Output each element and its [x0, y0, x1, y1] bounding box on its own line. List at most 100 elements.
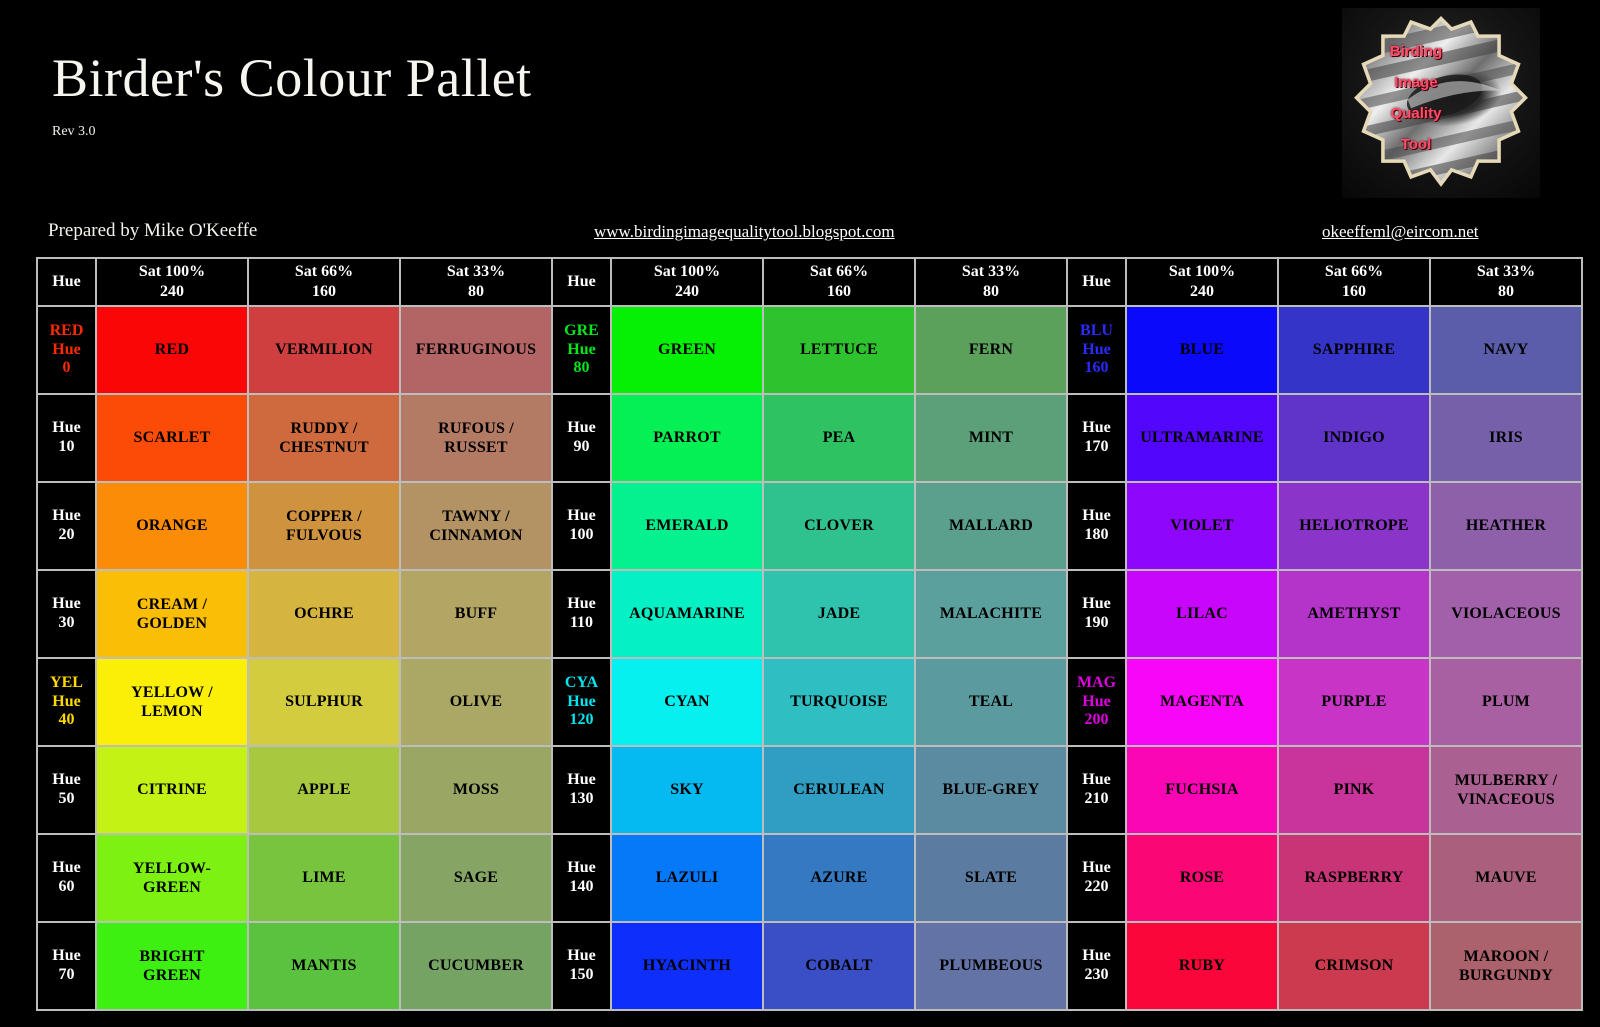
hue-word-label: Hue [567, 419, 596, 437]
hue-value-label: 210 [1084, 790, 1109, 807]
colour-swatch-iris: IRIS [1431, 395, 1581, 481]
colour-name-line: BLUE [1179, 341, 1225, 359]
colour-name-line: NAVY [1483, 341, 1529, 359]
hue-label-cell-60: Hue 60 [38, 835, 95, 921]
colour-name-line: HELIOTROPE [1299, 517, 1409, 535]
hue-word-label: Hue [52, 419, 81, 437]
header-sat-0-2: Sat 33% 80 [401, 259, 551, 305]
sat-value-label: 240 [675, 283, 699, 300]
colour-swatch-crimson: CRIMSON [1279, 923, 1429, 1009]
hue-label-cell-130: Hue 130 [553, 747, 610, 833]
hue-value-label: 0 [62, 359, 71, 377]
hue-label-cell-10: Hue 10 [38, 395, 95, 481]
hue-primary-name: YEL [50, 673, 83, 691]
hue-label-cell-20: Hue 20 [38, 483, 95, 569]
colour-swatch-lazuli: LAZULI [612, 835, 762, 921]
page-title: Birder's Colour Pallet [52, 48, 532, 108]
colour-swatch-cerulean: CERULEAN [764, 747, 914, 833]
table-row: Hue 10 SCARLET RUDDY / CHESTNUT RUFOUS / RUSSE… [38, 395, 1581, 481]
colour-swatch-cyan: CYAN [612, 659, 762, 745]
colour-swatch-cobalt: COBALT [764, 923, 914, 1009]
hue-value-label: 70 [58, 966, 75, 983]
hue-label-cell-110: Hue 110 [553, 571, 610, 657]
colour-name-line: LIME [302, 869, 346, 887]
colour-swatch-fuchsia: FUCHSIA [1127, 747, 1277, 833]
hue-value-label: 220 [1084, 878, 1109, 895]
colour-name-line: ORANGE [136, 517, 208, 535]
sat-percent-label: Sat 100% [1168, 263, 1236, 280]
table-row: Hue 20 ORANGE COPPER / FULVOUS TAWNY / CINNAMO… [38, 483, 1581, 569]
hue-label-cell-30: Hue 30 [38, 571, 95, 657]
colour-name-line: OLIVE [449, 693, 503, 711]
colour-swatch-azure: AZURE [764, 835, 914, 921]
colour-swatch-mint: MINT [916, 395, 1066, 481]
sat-percent-label: Sat 66% [294, 263, 354, 280]
colour-swatch-teal: TEAL [916, 659, 1066, 745]
table-body: RED Hue 0 RED VERMILION FERRUGINOUS GRE Hue 80 GR… [38, 307, 1581, 1009]
colour-swatch-sulphur: SULPHUR [249, 659, 399, 745]
colour-swatch-red: RED [97, 307, 247, 393]
colour-swatch-lilac: LILAC [1127, 571, 1277, 657]
colour-name-line: GOLDEN [136, 615, 208, 632]
colour-swatch-bright-green: BRIGHT GREEN [97, 923, 247, 1009]
hue-word-label: Hue [567, 692, 596, 710]
header-hue-2: Hue [1068, 259, 1125, 305]
hue-word-label: Hue [52, 692, 81, 710]
sat-percent-label: Sat 33% [961, 263, 1021, 280]
hue-value-label: 180 [1084, 526, 1109, 543]
hue-value-label: 100 [569, 526, 594, 543]
sat-value-label: 80 [468, 283, 484, 300]
colour-name-line: BURGUNDY [1458, 967, 1554, 984]
hue-label-cell-190: Hue 190 [1068, 571, 1125, 657]
colour-swatch-navy: NAVY [1431, 307, 1581, 393]
table-row: Hue 70 BRIGHT GREEN MANTIS CUCUMBER Hue 150 HYAC… [38, 923, 1581, 1009]
colour-name-line: RED [154, 341, 190, 359]
page-header: Birder's Colour Pallet Rev 3.0 Prepared … [0, 0, 1600, 250]
colour-swatch-slate: SLATE [916, 835, 1066, 921]
hue-value-label: 40 [58, 711, 75, 729]
colour-swatch-heliotrope: HELIOTROPE [1279, 483, 1429, 569]
colour-swatch-moss: MOSS [401, 747, 551, 833]
colour-name-line: CINNAMON [429, 527, 523, 544]
colour-name-line: AQUAMARINE [629, 605, 745, 623]
hue-word-label: Hue [52, 771, 81, 789]
colour-name-line: COPPER / [286, 507, 362, 525]
colour-swatch-malachite: MALACHITE [916, 571, 1066, 657]
colour-swatch-heather: HEATHER [1431, 483, 1581, 569]
hue-value-label: 130 [569, 790, 594, 807]
colour-swatch-rufous-russet: RUFOUS / RUSSET [401, 395, 551, 481]
hue-primary-name: BLU [1080, 321, 1113, 339]
colour-name-line: YELLOW- [132, 859, 212, 877]
colour-name-line: MOSS [452, 781, 500, 799]
table-row: RED Hue 0 RED VERMILION FERRUGINOUS GRE Hue 80 GR… [38, 307, 1581, 393]
table-row: Hue 30 CREAM / GOLDEN OCHRE BUFF Hue 110 AQUAMAR… [38, 571, 1581, 657]
hue-word-label: Hue [567, 340, 596, 358]
hue-primary-name: GRE [564, 321, 599, 339]
sat-percent-label: Sat 66% [809, 263, 869, 280]
colour-name-line: MANTIS [291, 957, 357, 975]
gear-icon [1354, 16, 1528, 187]
sat-value-label: 160 [827, 283, 851, 300]
email-link[interactable]: okeeffeml@eircom.net [1322, 222, 1478, 242]
colour-name-line: MAROON / [1463, 947, 1549, 965]
hue-value-label: 60 [58, 878, 75, 895]
colour-swatch-hyacinth: HYACINTH [612, 923, 762, 1009]
hue-word-label: Hue [52, 947, 81, 965]
table-row: Hue 50 CITRINE APPLE MOSS Hue 130 SKY CERULEAN BL… [38, 747, 1581, 833]
hue-label-cell-120: CYA Hue 120 [553, 659, 610, 745]
sat-value-label: 160 [312, 283, 336, 300]
hue-value-label: 20 [58, 526, 75, 543]
colour-swatch-buff: BUFF [401, 571, 551, 657]
hue-label-cell-70: Hue 70 [38, 923, 95, 1009]
colour-name-line: AZURE [810, 869, 868, 887]
colour-swatch-pink: PINK [1279, 747, 1429, 833]
colour-swatch-yellow-green: YELLOW- GREEN [97, 835, 247, 921]
colour-swatch-apple: APPLE [249, 747, 399, 833]
colour-name-line: LETTUCE [800, 341, 878, 359]
sat-percent-label: Sat 66% [1324, 263, 1384, 280]
blog-url-link[interactable]: www.birdingimagequalitytool.blogspot.com [594, 222, 895, 242]
colour-name-line: VERMILION [275, 341, 373, 359]
colour-name-line: RUSSET [444, 439, 508, 456]
colour-swatch-rose: ROSE [1127, 835, 1277, 921]
colour-name-line: MINT [968, 429, 1014, 447]
